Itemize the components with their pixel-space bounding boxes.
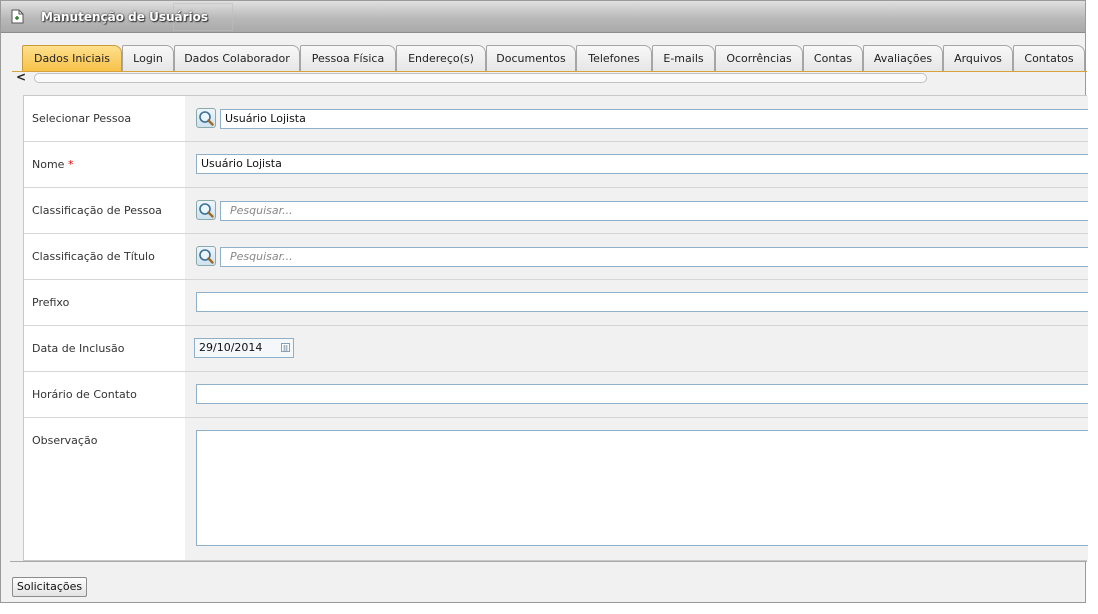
form-bottom-divider xyxy=(10,561,1087,562)
classificacao-pessoa-search-button[interactable] xyxy=(196,200,216,220)
tab-login[interactable]: Login xyxy=(122,45,174,71)
magnifier-icon xyxy=(199,249,214,264)
tab-arquivos[interactable]: Arquivos xyxy=(943,45,1013,71)
selecionar-pessoa-label: Selecionar Pessoa xyxy=(32,112,132,125)
tab-dados-colaborador[interactable]: Dados Colaborador xyxy=(174,45,300,71)
observacao-textarea[interactable] xyxy=(196,430,1088,546)
magnifier-icon xyxy=(199,111,214,126)
nome-label: Nome * xyxy=(32,158,74,171)
required-marker: * xyxy=(67,158,74,171)
row-divider xyxy=(24,141,1088,142)
user-maintenance-window: Manutenção de Usuários Dados Iniciais Lo… xyxy=(0,0,1088,603)
classificacao-pessoa-input[interactable]: Pesquisar... xyxy=(220,201,1088,221)
tab-strip: Dados Iniciais Login Dados Colaborador P… xyxy=(12,41,1087,72)
row-divider xyxy=(24,279,1088,280)
tab-telefones[interactable]: Telefones xyxy=(576,45,652,71)
data-inclusao-label: Data de Inclusão xyxy=(32,342,125,355)
prefixo-input[interactable] xyxy=(196,292,1088,312)
tab-pessoa-fisica[interactable]: Pessoa Física xyxy=(300,45,396,71)
classificacao-titulo-search-button[interactable] xyxy=(196,246,216,266)
classificacao-titulo-input[interactable]: Pesquisar... xyxy=(220,247,1088,267)
tab-scrollbar[interactable] xyxy=(34,73,927,83)
solicitacoes-button[interactable]: Solicitações xyxy=(12,577,87,597)
selecionar-pessoa-input[interactable]: Usuário Lojista xyxy=(220,109,1088,129)
scroll-left-arrow[interactable]: < xyxy=(16,71,30,85)
tab-documentos[interactable]: Documentos xyxy=(486,45,576,71)
title-decoration xyxy=(173,3,233,31)
tab-scroller: < xyxy=(12,71,927,85)
row-divider xyxy=(24,187,1088,188)
tab-avaliacoes[interactable]: Avaliações xyxy=(863,45,943,71)
prefixo-label: Prefixo xyxy=(32,296,70,309)
tab-contatos[interactable]: Contatos xyxy=(1013,45,1085,71)
page-icon xyxy=(11,9,24,24)
row-divider xyxy=(24,417,1088,418)
row-divider xyxy=(24,371,1088,372)
horario-contato-label: Horário de Contato xyxy=(32,388,137,401)
nome-input[interactable]: Usuário Lojista xyxy=(196,154,1088,174)
magnifier-icon xyxy=(199,203,214,218)
tab-ocorrencias[interactable]: Ocorrências xyxy=(715,45,803,71)
classificacao-pessoa-label: Classificação de Pessoa xyxy=(32,204,162,217)
observacao-label: Observação xyxy=(32,434,98,447)
tab-contas[interactable]: Contas xyxy=(803,45,863,71)
row-divider xyxy=(24,325,1088,326)
data-inclusao-value: 29/10/2014 xyxy=(199,341,263,354)
data-inclusao-input[interactable]: 29/10/2014 xyxy=(194,338,294,358)
classificacao-titulo-label: Classificação de Título xyxy=(32,250,155,263)
calendar-icon[interactable] xyxy=(281,343,290,352)
row-divider xyxy=(24,233,1088,234)
dados-iniciais-form: Selecionar Pessoa Usuário Lojista Nome *… xyxy=(23,95,1088,561)
selecionar-pessoa-search-button[interactable] xyxy=(196,108,216,128)
tab-dados-iniciais[interactable]: Dados Iniciais xyxy=(22,45,122,71)
tab-enderecos[interactable]: Endereço(s) xyxy=(396,45,486,71)
horario-contato-input[interactable] xyxy=(196,384,1088,404)
title-bar: Manutenção de Usuários xyxy=(1,1,1085,33)
tab-e-mails[interactable]: E-mails xyxy=(652,45,715,71)
